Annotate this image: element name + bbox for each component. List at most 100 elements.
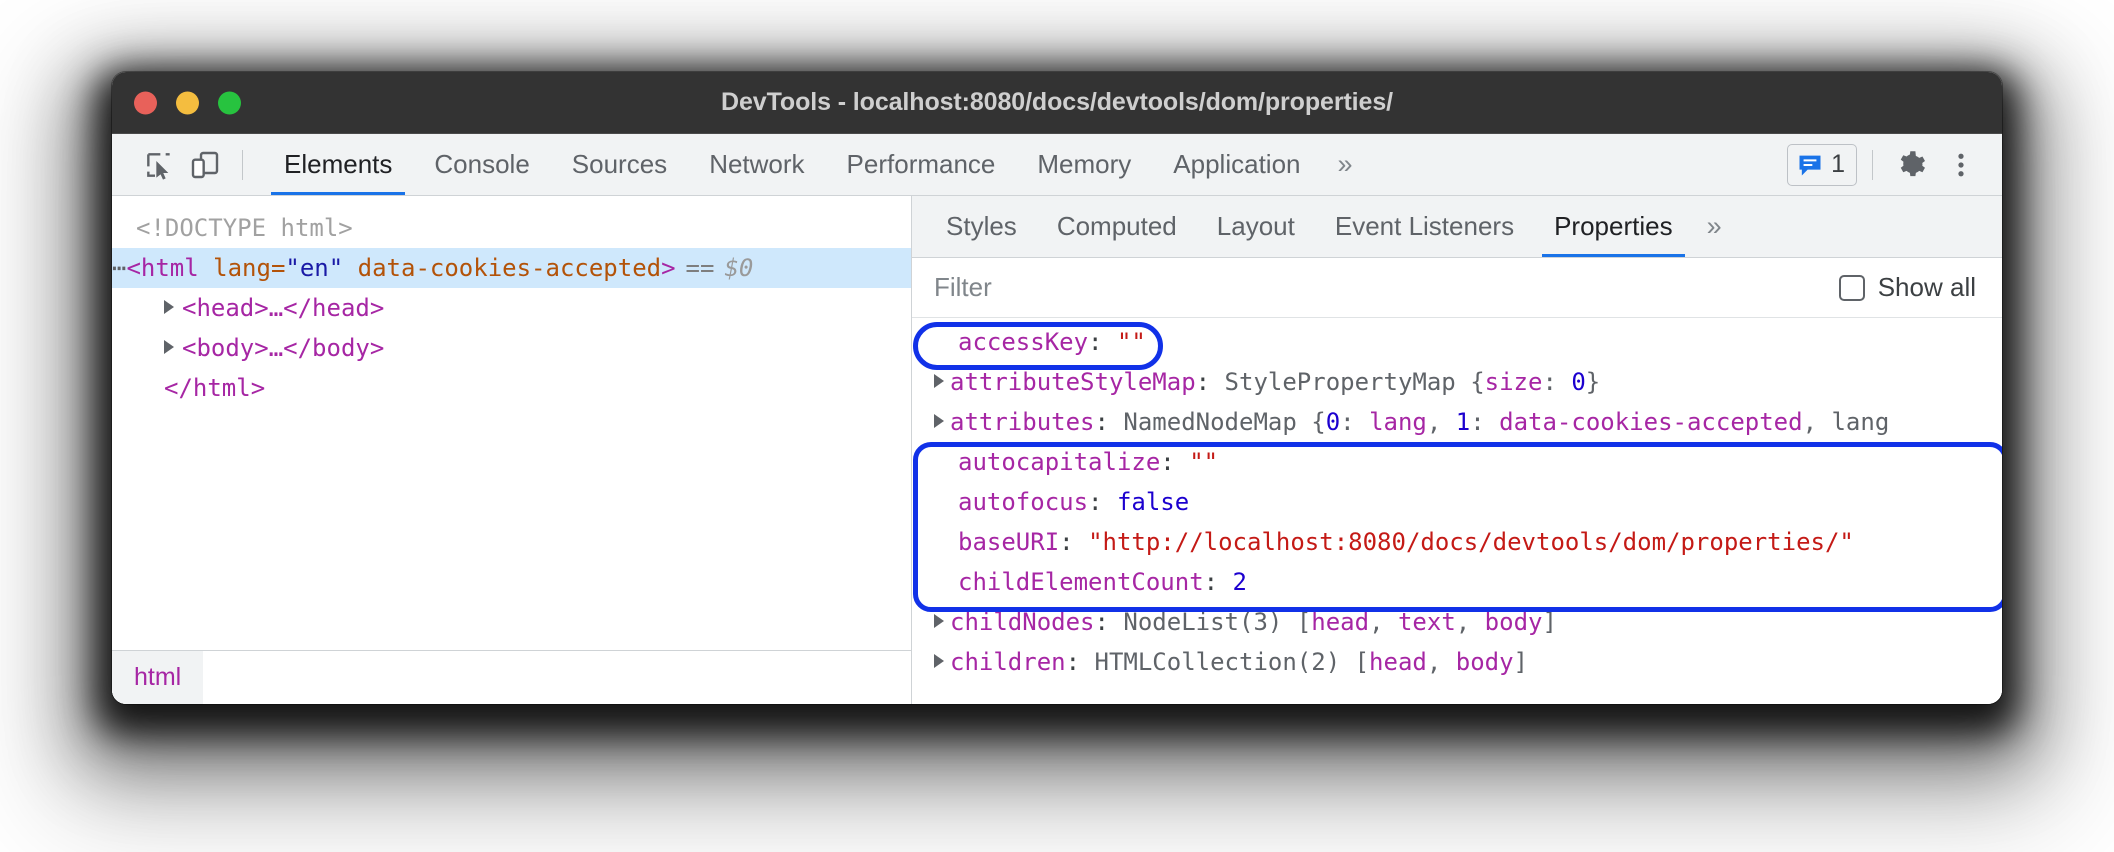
property-value-detail: {0: lang, 1: data-cookies-accepted, lang — [1311, 408, 1889, 436]
tab-performance[interactable]: Performance — [826, 134, 1017, 195]
expand-triangle-icon[interactable] — [164, 300, 174, 314]
window-title: DevTools - localhost:8080/docs/devtools/… — [721, 88, 1393, 117]
tab-network[interactable]: Network — [688, 134, 825, 195]
selected-node-ref: $0 — [724, 254, 753, 282]
console-message-count: 1 — [1831, 150, 1845, 179]
toolbar-divider-2 — [1872, 150, 1873, 180]
doctype-text: <!DOCTYPE html> — [136, 214, 353, 242]
tab-elements[interactable]: Elements — [263, 134, 413, 195]
html-tag-close: > — [661, 254, 675, 282]
property-name: accessKey — [958, 328, 1088, 356]
dom-line-doctype: <!DOCTYPE html> — [112, 208, 911, 248]
property-separator: : — [1160, 448, 1189, 476]
console-message-button[interactable]: 1 — [1787, 144, 1857, 186]
breadcrumb-item-html[interactable]: html — [112, 651, 203, 704]
show-all-checkbox[interactable] — [1839, 275, 1865, 301]
property-row-baseURI[interactable]: baseURI: "http://localhost:8080/docs/dev… — [912, 522, 2002, 562]
property-separator: : — [1204, 568, 1233, 596]
kebab-menu-icon[interactable] — [1938, 142, 1984, 188]
property-name: childNodes — [950, 608, 1095, 636]
inspect-cursor-icon[interactable] — [136, 142, 182, 188]
property-row-children[interactable]: children: HTMLCollection(2) [head, body] — [912, 642, 2002, 682]
property-value-class: NodeList(3) — [1123, 608, 1282, 636]
property-value-class: HTMLCollection(2) — [1095, 648, 1341, 676]
show-all-toggle[interactable]: Show all — [1839, 272, 1976, 303]
property-value: 2 — [1233, 568, 1247, 596]
property-separator: : — [1095, 608, 1124, 636]
property-separator: : — [1066, 648, 1095, 676]
tab-event-listeners[interactable]: Event Listeners — [1315, 196, 1534, 257]
property-value-class: NamedNodeMap — [1123, 408, 1296, 436]
tab-application[interactable]: Application — [1152, 134, 1321, 195]
dom-tree: <!DOCTYPE html> ⋯<html lang="en" data-co… — [112, 196, 911, 650]
close-button[interactable] — [134, 91, 157, 114]
tab-memory[interactable]: Memory — [1016, 134, 1152, 195]
property-value-class: StylePropertyMap — [1225, 368, 1456, 396]
html-tag-open: <html — [126, 254, 213, 282]
property-name: autofocus — [958, 488, 1088, 516]
tab-styles[interactable]: Styles — [926, 196, 1037, 257]
expand-triangle-icon[interactable] — [934, 654, 944, 668]
property-name: autocapitalize — [958, 448, 1160, 476]
property-row-childElementCount[interactable]: childElementCount: 2 — [912, 562, 2002, 602]
tab-computed[interactable]: Computed — [1037, 196, 1197, 257]
attr-lang-name: lang= — [213, 254, 285, 282]
minimize-button[interactable] — [176, 91, 199, 114]
toolbar-actions: 1 — [1787, 142, 1984, 188]
property-separator: : — [1095, 408, 1124, 436]
property-value-detail: {size: 0} — [1470, 368, 1600, 396]
dom-node-head[interactable]: <head>…</head> — [112, 288, 911, 328]
panes-container: <!DOCTYPE html> ⋯<html lang="en" data-co… — [112, 196, 2002, 704]
elements-panel: <!DOCTYPE html> ⋯<html lang="en" data-co… — [112, 196, 912, 704]
property-name: children — [950, 648, 1066, 676]
dom-node-html[interactable]: ⋯<html lang="en" data-cookies-accepted>=… — [112, 248, 911, 288]
properties-panel: Styles Computed Layout Event Listeners P… — [912, 196, 2002, 704]
property-separator: : — [1059, 528, 1088, 556]
window-titlebar: DevTools - localhost:8080/docs/devtools/… — [112, 72, 2002, 134]
expand-triangle-icon[interactable] — [934, 414, 944, 428]
tab-layout[interactable]: Layout — [1197, 196, 1315, 257]
properties-list: accessKey: "" attributeStyleMap: StylePr… — [912, 318, 2002, 704]
expand-triangle-icon[interactable] — [934, 614, 944, 628]
property-name: attributeStyleMap — [950, 368, 1196, 396]
more-sidebar-tabs-chevron-icon[interactable]: » — [1693, 196, 1736, 257]
property-row-autofocus[interactable]: autofocus: false — [912, 482, 2002, 522]
attr-lang-value: "en" — [285, 254, 343, 282]
tab-sources[interactable]: Sources — [551, 134, 688, 195]
breadcrumb: html — [112, 650, 911, 704]
console-message-icon — [1796, 151, 1824, 179]
device-toolbar-icon[interactable] — [182, 142, 228, 188]
panel-tabs: Elements Console Sources Network Perform… — [263, 134, 1777, 195]
tab-console[interactable]: Console — [413, 134, 550, 195]
dom-node-body[interactable]: <body>…</body> — [112, 328, 911, 368]
property-row-attributes[interactable]: attributes: NamedNodeMap {0: lang, 1: da… — [912, 402, 2002, 442]
gear-icon[interactable] — [1888, 142, 1934, 188]
window-controls — [134, 91, 241, 114]
attr-cookies-accepted: data-cookies-accepted — [343, 254, 661, 282]
property-value: false — [1117, 488, 1189, 516]
property-value: "" — [1189, 448, 1218, 476]
expand-triangle-icon[interactable] — [164, 340, 174, 354]
expand-dots[interactable]: ⋯ — [112, 254, 126, 282]
property-name: childElementCount — [958, 568, 1204, 596]
screenshot-root: DevTools - localhost:8080/docs/devtools/… — [0, 0, 2114, 852]
head-node-label: <head>…</head> — [182, 294, 384, 322]
property-separator: : — [1196, 368, 1225, 396]
tab-properties[interactable]: Properties — [1534, 196, 1693, 257]
property-row-autocapitalize[interactable]: autocapitalize: "" — [912, 442, 2002, 482]
property-row-accessKey[interactable]: accessKey: "" — [912, 322, 2002, 362]
filter-input[interactable] — [934, 272, 1839, 303]
more-tabs-chevron-icon[interactable]: » — [1322, 134, 1369, 195]
html-close-label: </html> — [164, 374, 265, 402]
property-name: baseURI — [958, 528, 1059, 556]
expand-triangle-icon[interactable] — [934, 374, 944, 388]
sidebar-tabs: Styles Computed Layout Event Listeners P… — [912, 196, 2002, 258]
property-row-attributeStyleMap[interactable]: attributeStyleMap: StylePropertyMap {siz… — [912, 362, 2002, 402]
maximize-button[interactable] — [218, 91, 241, 114]
dom-node-html-close: </html> — [112, 368, 911, 408]
selected-node-eq: == — [676, 254, 725, 282]
property-name: attributes — [950, 408, 1095, 436]
property-row-childNodes[interactable]: childNodes: NodeList(3) [head, text, bod… — [912, 602, 2002, 642]
devtools-toolbar: Elements Console Sources Network Perform… — [112, 134, 2002, 196]
filter-bar: Show all — [912, 258, 2002, 318]
